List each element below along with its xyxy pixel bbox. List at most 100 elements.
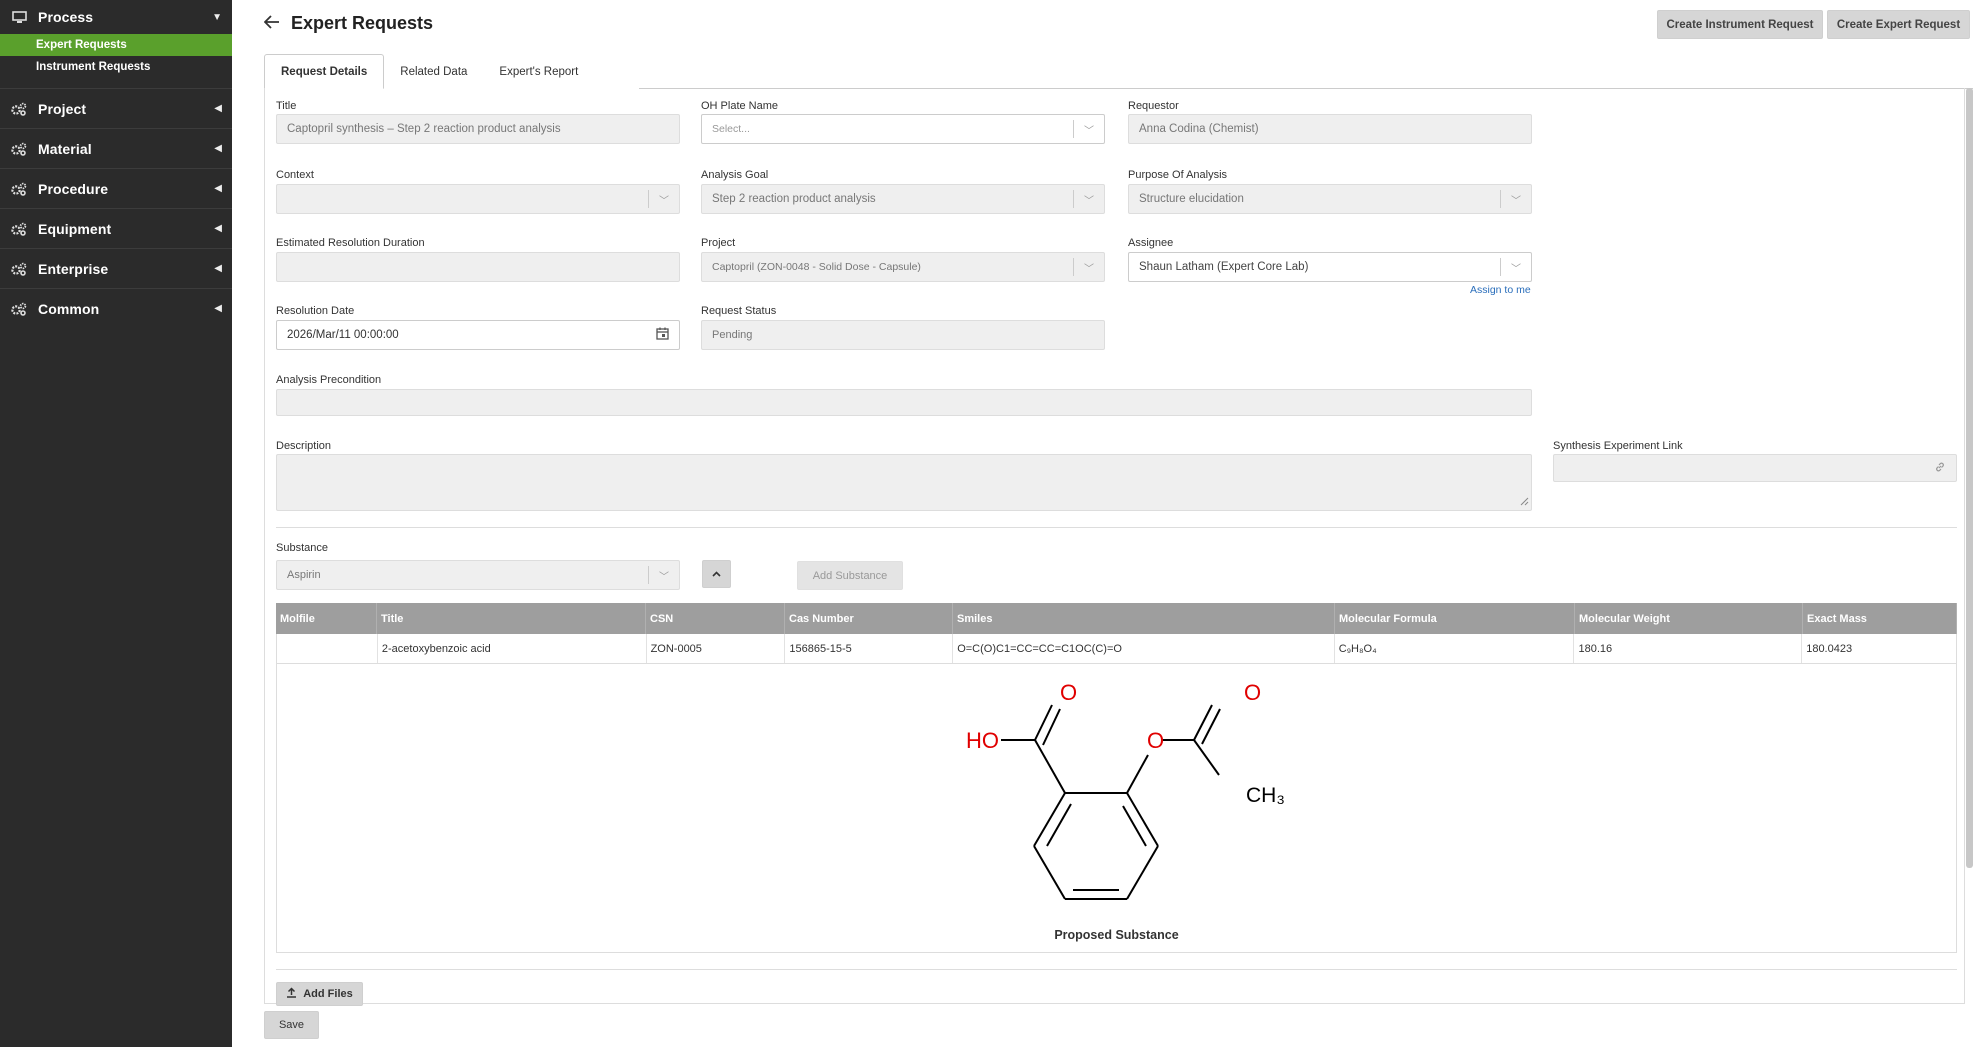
ring-bond [1033, 792, 1066, 847]
col-smiles[interactable]: Smiles [953, 603, 1335, 634]
purpose-select[interactable]: Structure elucidation ﹀ [1128, 184, 1532, 214]
section-divider [276, 969, 1957, 970]
substance-label: Substance [276, 542, 328, 554]
nav-enterprise-label: Enterprise [38, 260, 109, 277]
oxygen-label: O [1244, 680, 1261, 705]
nav-group-equipment: Equipment ◀ [0, 209, 232, 249]
ring-bond [1126, 845, 1159, 900]
project-value: Captopril (ZON-0048 - Solid Dose - Capsu… [712, 261, 921, 273]
add-files-label: Add Files [303, 988, 353, 1000]
substance-select[interactable]: Aspirin ﹀ [276, 560, 680, 590]
table-row[interactable]: 2-acetoxybenzoic acid ZON-0005 156865-15… [276, 634, 1957, 664]
assignee-select[interactable]: Shaun Latham (Expert Core Lab) ﹀ [1128, 252, 1532, 282]
structure-caption: Proposed Substance [1054, 928, 1179, 942]
cell-csn: ZON-0005 [647, 634, 786, 663]
double-bond [1042, 708, 1061, 746]
col-molecular-weight[interactable]: Molecular Weight [1575, 603, 1803, 634]
back-arrow-icon[interactable] [263, 13, 280, 34]
tab-related-data[interactable]: Related Data [384, 54, 483, 89]
description-textarea[interactable] [276, 454, 1532, 511]
substance-value: Aspirin [287, 569, 321, 581]
chevron-down-icon[interactable]: ﹀ [1084, 260, 1094, 275]
analysis-goal-select[interactable]: Step 2 reaction product analysis ﹀ [701, 184, 1105, 214]
tab-request-details[interactable]: Request Details [264, 54, 385, 89]
requestor-field[interactable]: Anna Codina (Chemist) [1128, 114, 1532, 144]
select-separator [1500, 190, 1501, 208]
caret-left-icon: ◀ [214, 223, 222, 234]
analysis-precondition-field[interactable] [276, 389, 1532, 416]
chevron-down-icon[interactable]: ﹀ [1511, 192, 1521, 207]
caret-down-icon: ▼ [212, 11, 222, 23]
collapse-button[interactable] [702, 560, 731, 588]
col-title[interactable]: Title [377, 603, 646, 634]
tab-experts-report[interactable]: Expert's Report [483, 54, 594, 89]
sidebar-item-instrument-requests[interactable]: Instrument Requests [0, 56, 232, 78]
nav-group-process: Process ▼ Expert Requests Instrument Req… [0, 0, 232, 89]
gears-icon [10, 220, 28, 238]
estimated-duration-field[interactable] [276, 252, 680, 282]
col-csn[interactable]: CSN [646, 603, 785, 634]
nav-group-enterprise: Enterprise ◀ [0, 249, 232, 289]
cell-exact-mass: 180.0423 [1806, 642, 1853, 655]
request-status-field[interactable]: Pending [701, 320, 1105, 350]
select-separator [1073, 258, 1074, 276]
chevron-down-icon[interactable]: ﹀ [659, 192, 669, 207]
synthesis-link-field[interactable] [1553, 454, 1957, 482]
add-substance-button[interactable]: Add Substance [797, 561, 903, 590]
caret-left-icon: ◀ [214, 263, 222, 274]
chevron-down-icon[interactable]: ﹀ [1084, 122, 1094, 137]
bond [1193, 704, 1213, 741]
monitor-icon [10, 8, 28, 26]
resolution-date-field[interactable]: 2026/Mar/11 00:00:00 [276, 320, 680, 350]
assignee-label: Assignee [1128, 237, 1174, 249]
nav-group-procedure: Procedure ◀ [0, 169, 232, 209]
structure-panel: O HO O O CH₃ Proposed Substance [276, 664, 1957, 953]
nav-material[interactable]: Material ◀ [0, 129, 232, 168]
title-value: Captopril synthesis – Step 2 reaction pr… [287, 123, 561, 135]
gears-icon [10, 260, 28, 278]
double-bond [1201, 708, 1221, 745]
nav-process-label: Process [38, 9, 94, 25]
nav-group-material: Material ◀ [0, 129, 232, 169]
title-field[interactable]: Captopril synthesis – Step 2 reaction pr… [276, 114, 680, 144]
add-files-button[interactable]: Add Files [276, 982, 363, 1006]
select-separator [1500, 258, 1501, 276]
bond [1193, 739, 1220, 776]
col-molecular-formula[interactable]: Molecular Formula [1335, 603, 1575, 634]
oh-plate-select[interactable]: Select... ﹀ [701, 114, 1105, 144]
resize-handle-icon[interactable] [1520, 497, 1529, 509]
col-molfile[interactable]: Molfile [276, 603, 377, 634]
sidebar-item-expert-requests[interactable]: Expert Requests [0, 34, 232, 56]
ring-double-bond [1122, 805, 1147, 847]
save-button[interactable]: Save [264, 1011, 319, 1039]
col-cas-number[interactable]: Cas Number [785, 603, 953, 634]
nav-procedure[interactable]: Procedure ◀ [0, 169, 232, 208]
nav-project[interactable]: Project ◀ [0, 89, 232, 128]
requestor-label: Requestor [1128, 100, 1179, 112]
aspirin-structure: O HO O O CH₃ [966, 680, 1285, 900]
resolution-date-value: 2026/Mar/11 00:00:00 [287, 329, 399, 341]
nav-common[interactable]: Common ◀ [0, 289, 232, 328]
project-select[interactable]: Captopril (ZON-0048 - Solid Dose - Capsu… [701, 252, 1105, 282]
caret-left-icon: ◀ [214, 103, 222, 114]
col-exact-mass[interactable]: Exact Mass [1803, 603, 1957, 634]
scrollbar[interactable] [1966, 88, 1973, 868]
chevron-down-icon[interactable]: ﹀ [1084, 192, 1094, 207]
context-select[interactable]: ﹀ [276, 184, 680, 214]
hydroxyl-label: HO [966, 728, 999, 753]
assign-to-me-link[interactable]: Assign to me [1470, 284, 1531, 296]
chevron-down-icon[interactable]: ﹀ [659, 568, 669, 583]
gears-icon [10, 140, 28, 158]
chevron-up-icon [712, 568, 721, 580]
create-instrument-request-button[interactable]: Create Instrument Request [1657, 10, 1823, 39]
link-icon[interactable] [1934, 461, 1946, 476]
chevron-down-icon[interactable]: ﹀ [1511, 260, 1521, 275]
select-separator [1073, 120, 1074, 138]
calendar-icon[interactable] [656, 327, 669, 343]
caret-left-icon: ◀ [214, 143, 222, 154]
cell-cas: 156865-15-5 [785, 634, 954, 663]
nav-process[interactable]: Process ▼ [0, 0, 232, 34]
nav-equipment[interactable]: Equipment ◀ [0, 209, 232, 248]
create-expert-request-button[interactable]: Create Expert Request [1827, 10, 1970, 39]
nav-enterprise[interactable]: Enterprise ◀ [0, 249, 232, 288]
